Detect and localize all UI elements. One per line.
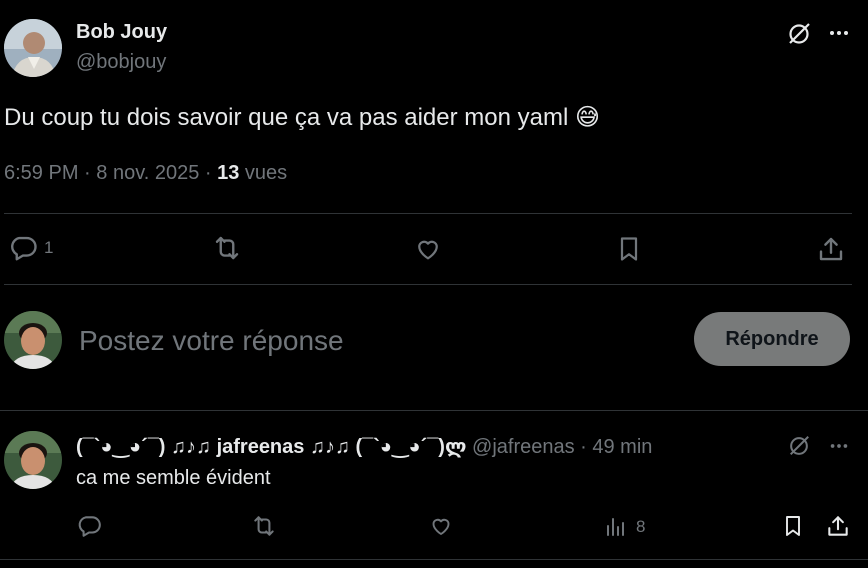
reply-author-handle[interactable]: @jafreenas bbox=[472, 436, 575, 458]
author-avatar[interactable] bbox=[4, 19, 62, 77]
reply-button[interactable]: 1 bbox=[8, 232, 68, 264]
grok-icon[interactable] bbox=[786, 433, 812, 459]
tweet-body: Du coup tu dois savoir que ça va pas aid… bbox=[4, 104, 569, 131]
reply-views-count: 8 bbox=[636, 517, 646, 536]
retweet-icon bbox=[254, 516, 274, 536]
tweet-date[interactable]: 8 nov. 2025 bbox=[96, 162, 199, 184]
bookmark-button[interactable] bbox=[612, 232, 646, 266]
reply-retweet-button[interactable] bbox=[248, 511, 280, 541]
share-icon bbox=[828, 516, 848, 536]
reply-views-button[interactable]: 8 bbox=[604, 512, 656, 542]
bookmark-icon bbox=[786, 516, 800, 536]
tweet-time[interactable]: 6:59 PM bbox=[4, 162, 78, 184]
reply-text: ca me semble évident bbox=[76, 467, 271, 489]
heart-icon bbox=[432, 518, 450, 535]
reply-header: (¯`◕‿◕´¯) ♫♪♫ jafreenas ♫♪♫ (¯`◕‿◕´¯)ლ @… bbox=[76, 434, 652, 459]
retweet-icon bbox=[215, 236, 239, 260]
more-options-icon[interactable] bbox=[826, 20, 852, 46]
share-button[interactable] bbox=[814, 232, 848, 266]
heart-icon bbox=[418, 240, 438, 260]
grok-icon[interactable] bbox=[785, 20, 813, 48]
reply-count: 1 bbox=[44, 238, 54, 257]
reply-author-avatar[interactable] bbox=[4, 431, 62, 489]
reply-time[interactable]: 49 min bbox=[592, 436, 652, 458]
retweet-button[interactable] bbox=[210, 232, 244, 264]
separator-dot: · bbox=[580, 436, 593, 458]
reply-icon bbox=[8, 233, 38, 263]
reply-author-name[interactable]: (¯`◕‿◕´¯) ♫♪♫ jafreenas ♫♪♫ (¯`◕‿◕´¯)ლ bbox=[76, 436, 466, 458]
reply-submit-label: Répondre bbox=[725, 327, 819, 350]
separator-dot: · bbox=[84, 162, 97, 184]
reply-reply-button[interactable] bbox=[74, 511, 104, 541]
author-handle[interactable]: @bobjouy bbox=[76, 51, 166, 74]
divider bbox=[4, 284, 852, 285]
reply-input[interactable]: Postez votre réponse bbox=[79, 325, 344, 357]
views-label: vues bbox=[244, 162, 288, 184]
reply-share-button[interactable] bbox=[824, 511, 852, 541]
like-button[interactable] bbox=[411, 233, 445, 265]
views-count: 13 bbox=[217, 162, 240, 184]
analytics-icon bbox=[607, 518, 624, 536]
author-name[interactable]: Bob Jouy bbox=[76, 21, 167, 44]
divider bbox=[0, 559, 868, 560]
separator-dot: · bbox=[204, 162, 218, 184]
reply-like-button[interactable] bbox=[426, 512, 456, 540]
tweet-text: Du coup tu dois savoir que ça va pas aid… bbox=[4, 103, 600, 132]
reply-icon bbox=[78, 516, 101, 537]
divider bbox=[0, 410, 868, 411]
reply-more-options-icon[interactable] bbox=[826, 434, 852, 458]
reply-submit-button[interactable]: Répondre bbox=[694, 312, 850, 366]
bookmark-icon bbox=[620, 237, 638, 261]
user-avatar[interactable] bbox=[4, 311, 62, 369]
tweet-metadata: 6:59 PM · 8 nov. 2025 · 13 vues bbox=[4, 162, 287, 185]
sweat-smile-emoji: 😅 bbox=[574, 104, 600, 131]
divider bbox=[4, 213, 852, 214]
reply-bookmark-button[interactable] bbox=[780, 511, 806, 541]
share-icon bbox=[819, 237, 843, 261]
